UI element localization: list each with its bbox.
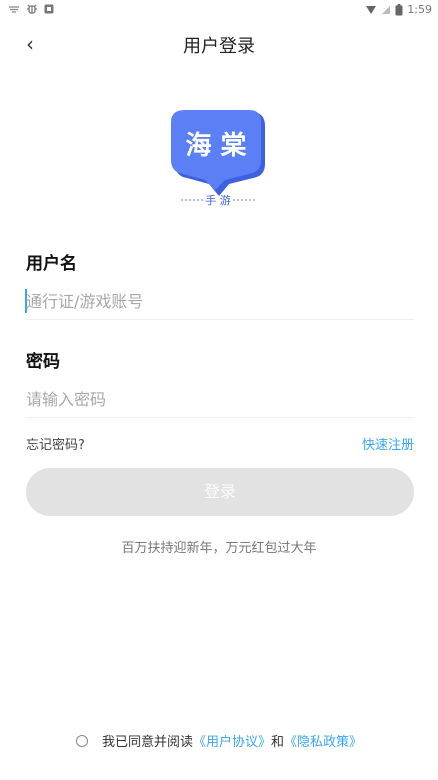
user-agreement-link[interactable]: 《用户协议》 — [193, 731, 271, 750]
agreement-prefix: 我已同意并阅读 — [101, 735, 193, 750]
quick-register-link[interactable]: 快速注册 — [362, 434, 414, 453]
signal-icon — [366, 5, 377, 14]
bug-icon — [27, 4, 37, 14]
logo-graphic: 海 棠 手 游 — [171, 110, 265, 207]
nav-bar: ‹ 用户登录 — [0, 28, 438, 64]
wifi-icon — [9, 6, 19, 13]
text-caret — [25, 289, 27, 313]
status-time: 1:59 — [407, 3, 432, 16]
status-bar: 1:59 — [0, 0, 438, 20]
privacy-policy-link[interactable]: 《隐私政策》 — [284, 731, 362, 750]
username-input[interactable] — [26, 283, 414, 320]
promo-text: 百万扶持迎新年，万元红包过大年 — [121, 541, 317, 556]
username-label: 用户名 — [26, 254, 77, 274]
logo-subtitle: 手 游 — [205, 193, 231, 207]
status-left — [8, 3, 54, 15]
notification-icon — [44, 4, 54, 14]
agreement-row: 我已同意并阅读 《用户协议》 和 《隐私政策》 — [0, 731, 438, 750]
logo-title: 海 棠 — [185, 131, 247, 161]
agreement-conjunction: 和 — [271, 735, 285, 750]
login-button[interactable]: 登录 — [26, 468, 414, 516]
password-label: 密码 — [26, 352, 60, 372]
status-right: 1:59 — [365, 3, 432, 16]
forgot-password-link[interactable]: 忘记密码? — [26, 434, 85, 453]
battery-icon — [395, 3, 403, 15]
app-logo: 海 棠 手 游 — [167, 108, 271, 208]
password-input[interactable] — [26, 381, 414, 418]
page-title: 用户登录 — [183, 36, 255, 57]
sim-icon — [382, 5, 391, 14]
agreement-radio[interactable] — [75, 734, 88, 747]
